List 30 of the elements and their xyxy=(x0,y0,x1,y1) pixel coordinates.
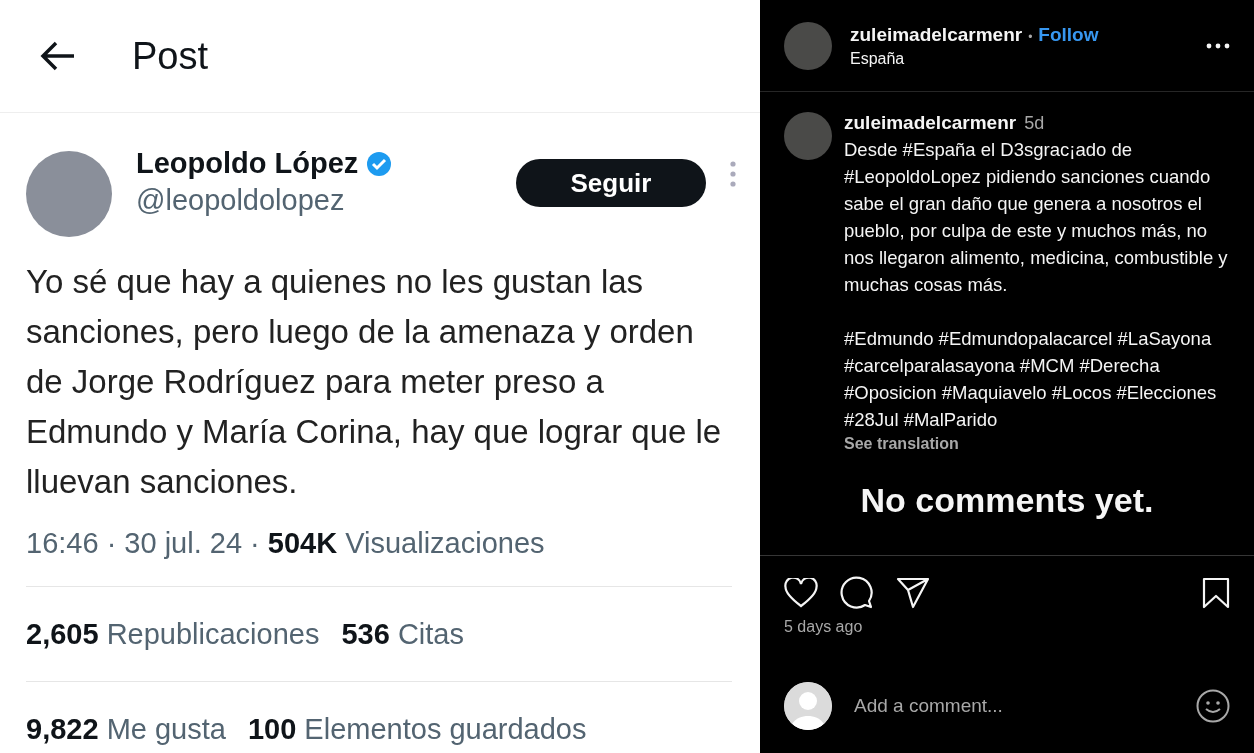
bookmark-icon[interactable] xyxy=(1202,577,1230,609)
heart-icon[interactable] xyxy=(784,578,818,608)
caption-text: Desde #España el D3sgrac¡ado de #LeopoldoLopez pidiendo sanciones cuando sabe el gran daño que genera a nosotros el pueblo, por culpa de este y muchos más, no nos llegaron alimento, medicina, combustible y muchas cosas más. #Edmundo #Edmundopalacarcel #LaSayona #carcelparalasayona #MCM #Derecha #Oposicion #Maquiavelo #Locos #Elecciones #28Jul #MalParido xyxy=(844,138,1229,432)
page-title: Post xyxy=(132,34,209,78)
empty-comments-text: No comments yet. xyxy=(860,481,1154,520)
stat-text: 2,605 Republicaciones xyxy=(26,617,320,651)
stat-text: 536 Citas xyxy=(341,617,464,651)
tweet-text: Yo sé que hay a quienes no les gustan las sanciones, pero luego de la amenaza y orden de Jorge Rodríguez para meter preso a Edmundo y María Corina, hay que lograr que le lluevan sanciones. xyxy=(26,262,723,502)
post-date: 5 days ago xyxy=(784,618,864,636)
back-arrow-icon[interactable] xyxy=(40,41,76,71)
follow-button[interactable]: Seguir xyxy=(516,159,706,207)
see-translation-link[interactable]: See translation xyxy=(844,435,1230,453)
stat-text: 100 Elementos guardados xyxy=(247,712,587,746)
emoji-icon[interactable] xyxy=(1196,689,1230,723)
more-options-icon[interactable] xyxy=(1206,42,1230,49)
user-silhouette-icon xyxy=(784,682,832,730)
post-age: 5d xyxy=(1024,113,1045,133)
paper-plane-icon[interactable] xyxy=(896,577,930,609)
username-link[interactable]: zuleimadelcarmenr xyxy=(850,23,1023,45)
stat-text: 9,822 Me gusta xyxy=(26,712,226,746)
location-link[interactable]: España xyxy=(850,49,1206,68)
author-handle: @leopoldolopez xyxy=(136,184,346,217)
comment-bubble-icon[interactable] xyxy=(840,576,874,610)
follow-link[interactable]: Follow xyxy=(1038,23,1099,45)
author-name: Leopoldo López xyxy=(136,147,359,180)
username-link[interactable]: zuleimadelcarmenr xyxy=(844,112,1017,133)
tweet-meta: 16:46 · 30 jul. 24 · 504K Visualizaciones xyxy=(26,527,732,587)
comment-input-field[interactable]: Add a comment... xyxy=(852,694,1196,718)
separator-dot: • xyxy=(1028,29,1033,44)
verified-badge-icon xyxy=(366,150,393,177)
